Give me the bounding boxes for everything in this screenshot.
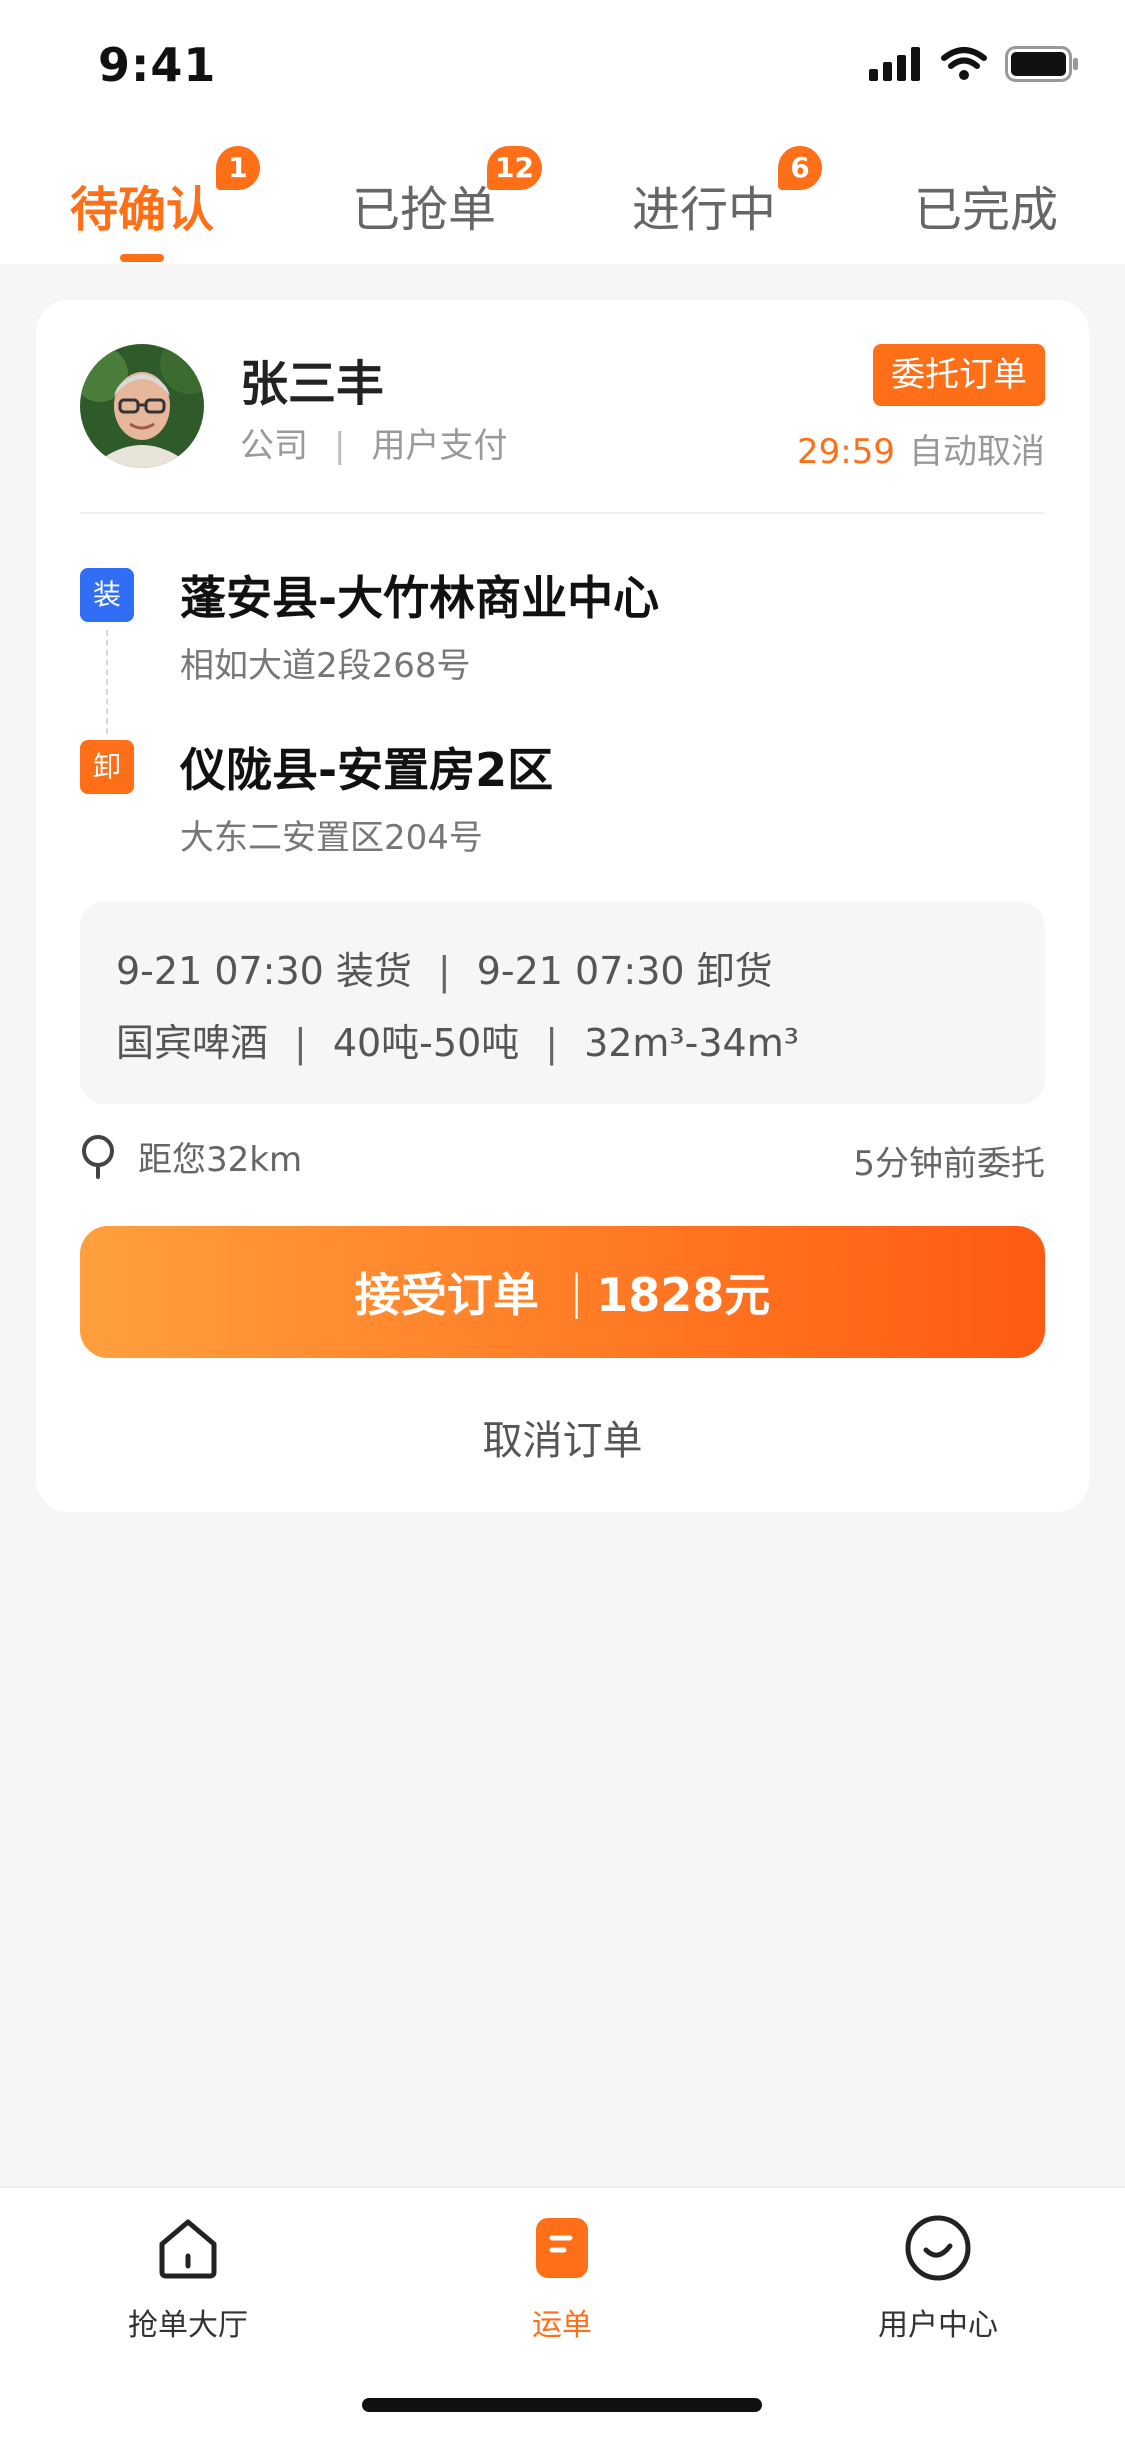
tab-pending-confirm[interactable]: 待确认 1 [70, 146, 261, 250]
accept-price: 1828元 [596, 1268, 771, 1322]
nav-item-waybill[interactable]: 运单 [442, 2212, 682, 2344]
status-icons [869, 44, 1079, 84]
tab-grabbed[interactable]: 已抢单 12 [352, 146, 543, 250]
unload-badge: 卸 [80, 740, 134, 794]
unload-time: 9-21 07:30 卸货 [476, 949, 773, 993]
unload-address: 大东二安置区204号 [180, 818, 483, 858]
cancel-order-button[interactable]: 取消订单 [36, 1408, 1089, 1466]
separator: | [568, 1265, 585, 1319]
nav-item-hall[interactable]: 抢单大厅 [68, 2212, 308, 2344]
nav-label: 运单 [532, 2308, 592, 2343]
tab-label: 已完成 [914, 182, 1059, 238]
separator: | [334, 426, 346, 466]
load-time: 9-21 07:30 装货 [116, 949, 412, 993]
home-indicator[interactable] [362, 2398, 762, 2412]
accept-order-button[interactable]: 接受订单 | 1828元 [80, 1226, 1045, 1358]
divider [80, 512, 1045, 514]
posted-time: 5分钟前委托 [853, 1144, 1045, 1184]
home-icon [159, 2219, 217, 2279]
route-connector [106, 630, 108, 734]
nav-label: 用户中心 [878, 2308, 998, 2343]
payment-method: 用户支付 [371, 426, 508, 466]
distance-text: 距您32km [138, 1140, 303, 1180]
load-location-title: 蓬安县-大竹林商业中心 [180, 571, 660, 625]
order-type-tag: 委托订单 [873, 344, 1045, 406]
smile-icon [905, 2215, 971, 2281]
signal-icon [869, 47, 920, 81]
customer-name: 张三丰 [240, 356, 385, 412]
countdown-time: 29:59 [797, 432, 895, 472]
status-time: 9:41 [98, 38, 217, 92]
order-info-box: 9-21 07:30 装货 | 9-21 07:30 卸货 国宾啤酒 | 40吨-50吨… [80, 902, 1045, 1104]
tab-in-progress[interactable]: 进行中 6 [632, 146, 823, 250]
separator: | [545, 1021, 559, 1065]
tab-label: 已抢单 [352, 182, 497, 238]
nav-label: 抢单大厅 [128, 2308, 248, 2343]
status-bar: 9:41 [0, 0, 1125, 130]
cargo-volume: 32m³-34m³ [584, 1021, 799, 1065]
customer-meta: 公司 | 用户支付 [240, 418, 507, 467]
cargo-line: 国宾啤酒 | 40吨-50吨 | 32m³-34m³ [116, 1012, 799, 1067]
accept-label: 接受订单 [354, 1268, 539, 1322]
location-pin-icon [82, 1134, 114, 1179]
unload-location-title: 仪陇县-安置房2区 [180, 743, 554, 797]
load-address: 相如大道2段268号 [180, 646, 471, 686]
waybill-icon [536, 2218, 588, 2278]
cargo-name: 国宾啤酒 [116, 1021, 269, 1065]
order-card: 张三丰 公司 | 用户支付 委托订单 29:59 自动取消 装 蓬安县-大竹林商业中心… [36, 300, 1089, 1512]
load-badge: 装 [80, 568, 134, 622]
separator: | [437, 949, 451, 993]
tab-completed[interactable]: 已完成 [914, 170, 1058, 250]
company-label: 公司 [240, 426, 308, 466]
tab-badge: 12 [487, 146, 543, 190]
wifi-icon [941, 47, 987, 80]
active-tab-indicator [120, 254, 164, 262]
tab-badge: 6 [778, 146, 823, 190]
tab-label: 待确认 [70, 182, 215, 238]
order-status-tabs: 待确认 1 已抢单 12 进行中 6 已完成 [0, 130, 1125, 264]
schedule-line: 9-21 07:30 装货 | 9-21 07:30 卸货 [116, 940, 773, 995]
battery-icon [1005, 46, 1078, 82]
nav-item-user-center[interactable]: 用户中心 [818, 2212, 1058, 2344]
avatar [80, 344, 204, 468]
countdown-suffix: 自动取消 [909, 432, 1045, 472]
tab-label: 进行中 [632, 182, 777, 238]
distance-info: 距您32km [80, 1132, 302, 1181]
tab-badge: 1 [216, 146, 261, 190]
cargo-weight: 40吨-50吨 [332, 1021, 520, 1065]
separator: | [294, 1021, 307, 1065]
auto-cancel-countdown: 29:59 自动取消 [797, 424, 1045, 473]
